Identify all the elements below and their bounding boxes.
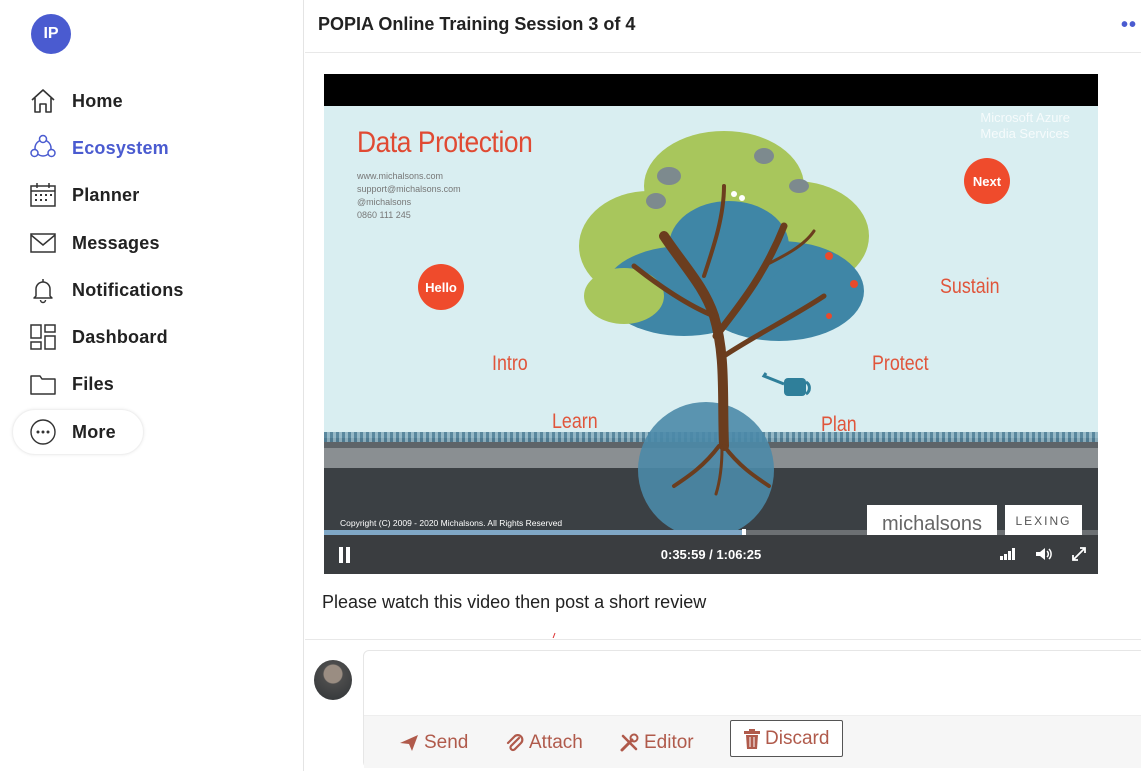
video-frame: Data Protection www.michalsons.com suppo…	[324, 106, 1098, 536]
sidebar-item-label: Messages	[72, 232, 160, 253]
slide-word-plan: Plan	[821, 413, 857, 436]
hello-bubble: Hello	[418, 264, 464, 310]
sidebar-item-label: Files	[72, 373, 115, 394]
sidebar-item-home[interactable]: Home	[28, 84, 123, 118]
attach-label: Attach	[529, 732, 583, 753]
quality-icon[interactable]	[998, 544, 1018, 564]
discard-label: Discard	[765, 727, 830, 749]
comment-input[interactable]	[364, 651, 1141, 715]
send-button[interactable]: Send	[399, 726, 468, 760]
mail-icon	[28, 228, 58, 258]
page-title: POPIA Online Training Session 3 of 4	[318, 14, 636, 34]
discard-button[interactable]: Discard	[730, 720, 844, 757]
tree-illustration	[579, 131, 869, 496]
folder-icon	[28, 369, 58, 399]
contact-line: support@michalsons.com	[357, 184, 461, 194]
sidebar-item-label: Planner	[72, 184, 140, 205]
sidebar-item-messages[interactable]: Messages	[28, 226, 160, 260]
bell-icon	[28, 275, 58, 305]
sidebar-item-dashboard[interactable]: Dashboard	[28, 320, 168, 354]
overflow-menu-icon[interactable]: ••	[1121, 14, 1137, 37]
sidebar: IP Home Ecosystem Planner Messages Notif…	[0, 0, 304, 771]
main-content: POPIA Online Training Session 3 of 4 ••	[305, 0, 1141, 771]
volume-icon[interactable]	[1034, 544, 1054, 564]
slide-word-learn: Learn	[552, 410, 598, 433]
app: IP Home Ecosystem Planner Messages Notif…	[0, 0, 1141, 771]
slide-word-sustain: Sustain	[940, 275, 1000, 298]
sidebar-item-files[interactable]: Files	[28, 367, 114, 401]
watering-can-icon	[761, 372, 811, 396]
watermark-line: Media Services	[980, 126, 1070, 141]
sidebar-item-label: Ecosystem	[72, 137, 169, 158]
slide-word-intro: Intro	[492, 352, 528, 375]
contact-line: www.michalsons.com	[357, 171, 444, 181]
watermark-line: Microsoft Azure	[980, 110, 1070, 125]
truncated-text-fragment	[400, 628, 720, 638]
tools-icon	[620, 733, 639, 752]
azure-watermark: Microsoft Azure Media Services	[980, 110, 1070, 142]
video-controls: 0:35:59 / 1:06:25	[324, 535, 1098, 574]
sidebar-item-label: Dashboard	[72, 326, 168, 347]
more-icon	[28, 417, 58, 447]
contact-line: @michalsons	[357, 197, 412, 207]
home-icon	[28, 86, 58, 116]
trash-icon	[744, 728, 760, 749]
sidebar-item-more[interactable]: More	[28, 415, 116, 449]
calendar-icon	[28, 180, 58, 210]
dashboard-icon	[28, 322, 58, 352]
post-caption: Please watch this video then post a shor…	[322, 592, 707, 612]
slide-contact: www.michalsons.com support@michalsons.co…	[357, 170, 461, 222]
next-bubble: Next	[964, 158, 1010, 204]
send-icon	[400, 735, 418, 751]
sidebar-item-notifications[interactable]: Notifications	[28, 273, 184, 307]
editor-button[interactable]: Editor	[619, 726, 694, 760]
composer-toolbar: Send Attach Editor Discard	[364, 715, 1141, 768]
send-label: Send	[424, 732, 469, 753]
header: POPIA Online Training Session 3 of 4 ••	[305, 0, 1141, 53]
slide-word-protect: Protect	[872, 352, 929, 375]
video-player[interactable]: Data Protection www.michalsons.com suppo…	[324, 74, 1098, 574]
sidebar-item-label: Home	[72, 90, 123, 111]
ecosystem-icon	[28, 133, 58, 163]
divider	[305, 639, 1141, 640]
video-time: 0:35:59 / 1:06:25	[660, 547, 762, 562]
user-avatar-initials[interactable]: IP	[31, 14, 71, 54]
sidebar-item-ecosystem[interactable]: Ecosystem	[28, 131, 169, 165]
editor-label: Editor	[644, 732, 694, 753]
comment-composer: Send Attach Editor Discard	[363, 650, 1141, 768]
attach-button[interactable]: Attach	[506, 726, 583, 760]
paperclip-icon	[506, 734, 524, 752]
contact-line: 0860 111 245	[357, 210, 411, 220]
slide-title: Data Protection	[357, 126, 533, 159]
sidebar-item-label: More	[72, 421, 116, 442]
video-copyright: Copyright (C) 2009 - 2020 Michalsons. Al…	[340, 518, 563, 528]
fullscreen-icon[interactable]	[1069, 544, 1089, 564]
sidebar-item-label: Notifications	[72, 279, 184, 300]
current-user-avatar	[314, 660, 352, 700]
sidebar-item-planner[interactable]: Planner	[28, 178, 139, 212]
